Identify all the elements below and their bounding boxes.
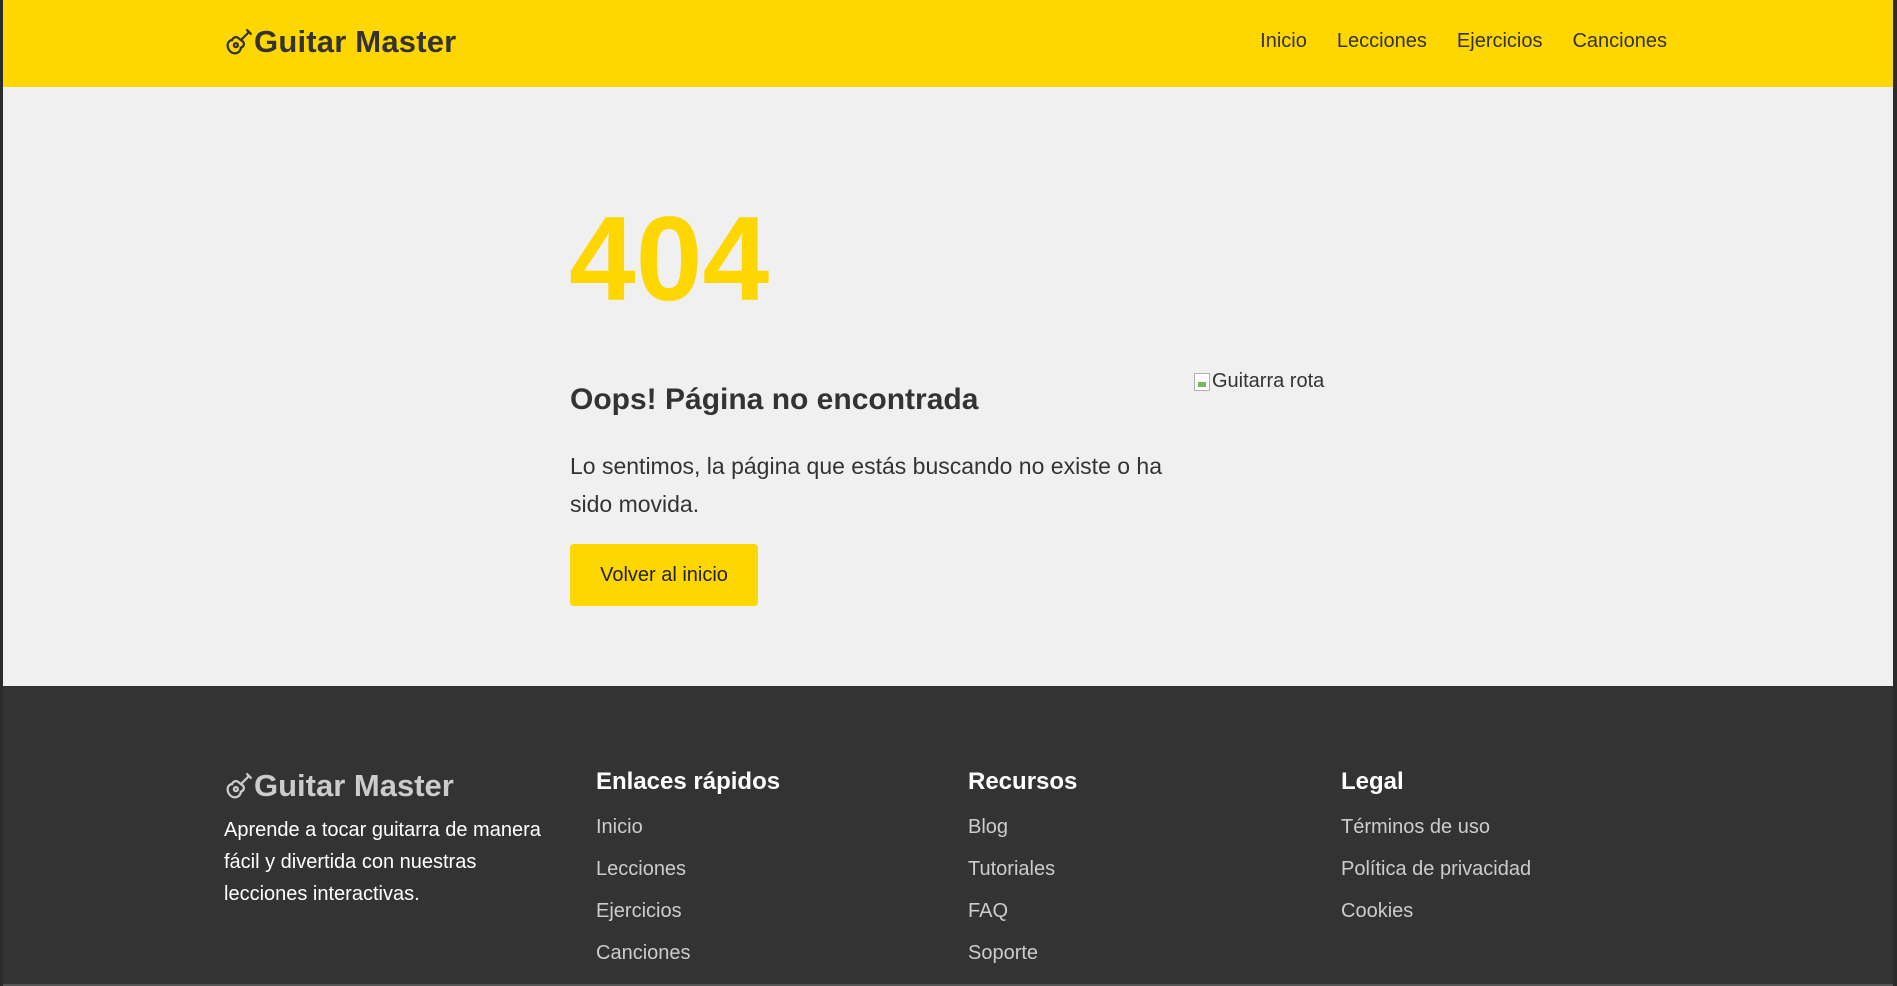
footer-link-faq[interactable]: FAQ: [968, 900, 1077, 942]
error-message: Lo sentimos, la página que estás buscand…: [570, 453, 1163, 517]
footer-logo: Guitar Master: [224, 768, 554, 804]
error-code: 404: [569, 192, 770, 326]
back-home-button[interactable]: Volver al inicio: [570, 544, 758, 606]
site-header: Guitar Master Inicio Lecciones Ejercicio…: [3, 0, 1893, 87]
site-footer: Guitar Master Aprende a tocar guitarra d…: [3, 686, 1893, 986]
footer-column-title: Recursos: [968, 768, 1078, 795]
footer-link-list: Términos de uso Política de privacidad C…: [1341, 816, 1531, 942]
nav-item-lecciones[interactable]: Lecciones: [1337, 30, 1427, 53]
guitar-icon: [226, 29, 252, 55]
footer-link-lecciones[interactable]: Lecciones: [596, 858, 780, 900]
footer-column-legal: Legal Términos de uso Política de privac…: [1341, 768, 1531, 942]
footer-description: Aprende a tocar guitarra de manera fácil…: [224, 819, 541, 905]
footer-link-blog[interactable]: Blog: [968, 816, 1077, 858]
broken-guitar-image: Guitarra rota: [1194, 370, 1324, 393]
brand-name: Guitar Master: [254, 24, 457, 59]
footer-link-canciones[interactable]: Canciones: [596, 942, 780, 984]
broken-image-icon: [1194, 372, 1210, 391]
nav-item-inicio[interactable]: Inicio: [1260, 30, 1307, 53]
error-section: 404 Oops! Página no encontrada Lo sentim…: [3, 87, 1893, 686]
footer-link-ejercicios[interactable]: Ejercicios: [596, 900, 780, 942]
footer-column-title: Enlaces rápidos: [596, 768, 781, 795]
footer-column-title: Legal: [1341, 768, 1404, 795]
footer-link-list: Blog Tutoriales FAQ Soporte: [968, 816, 1077, 984]
footer-link-tutoriales[interactable]: Tutoriales: [968, 858, 1077, 900]
image-alt-text: Guitarra rota: [1212, 370, 1325, 392]
page: Guitar Master Inicio Lecciones Ejercicio…: [3, 0, 1893, 986]
nav-item-canciones[interactable]: Canciones: [1572, 30, 1667, 53]
footer-link-privacidad[interactable]: Política de privacidad: [1341, 858, 1531, 900]
nav-item-ejercicios[interactable]: Ejercicios: [1457, 30, 1543, 53]
error-title: Oops! Página no encontrada: [570, 383, 979, 416]
guitar-icon: [226, 773, 252, 799]
footer-column-quick-links: Enlaces rápidos Inicio Lecciones Ejercic…: [596, 768, 780, 984]
footer-column-resources: Recursos Blog Tutoriales FAQ Soporte: [968, 768, 1077, 984]
footer-brand: Guitar Master Aprende a tocar guitarra d…: [224, 768, 554, 910]
brand-logo[interactable]: Guitar Master: [224, 24, 456, 60]
footer-brand-name: Guitar Master: [254, 768, 454, 803]
footer-link-list: Inicio Lecciones Ejercicios Canciones: [596, 816, 780, 984]
main-nav: Inicio Lecciones Ejercicios Canciones: [1260, 30, 1667, 53]
footer-link-inicio[interactable]: Inicio: [596, 816, 780, 858]
footer-link-cookies[interactable]: Cookies: [1341, 900, 1531, 942]
footer-link-soporte[interactable]: Soporte: [968, 942, 1077, 984]
footer-link-terminos[interactable]: Términos de uso: [1341, 816, 1531, 858]
